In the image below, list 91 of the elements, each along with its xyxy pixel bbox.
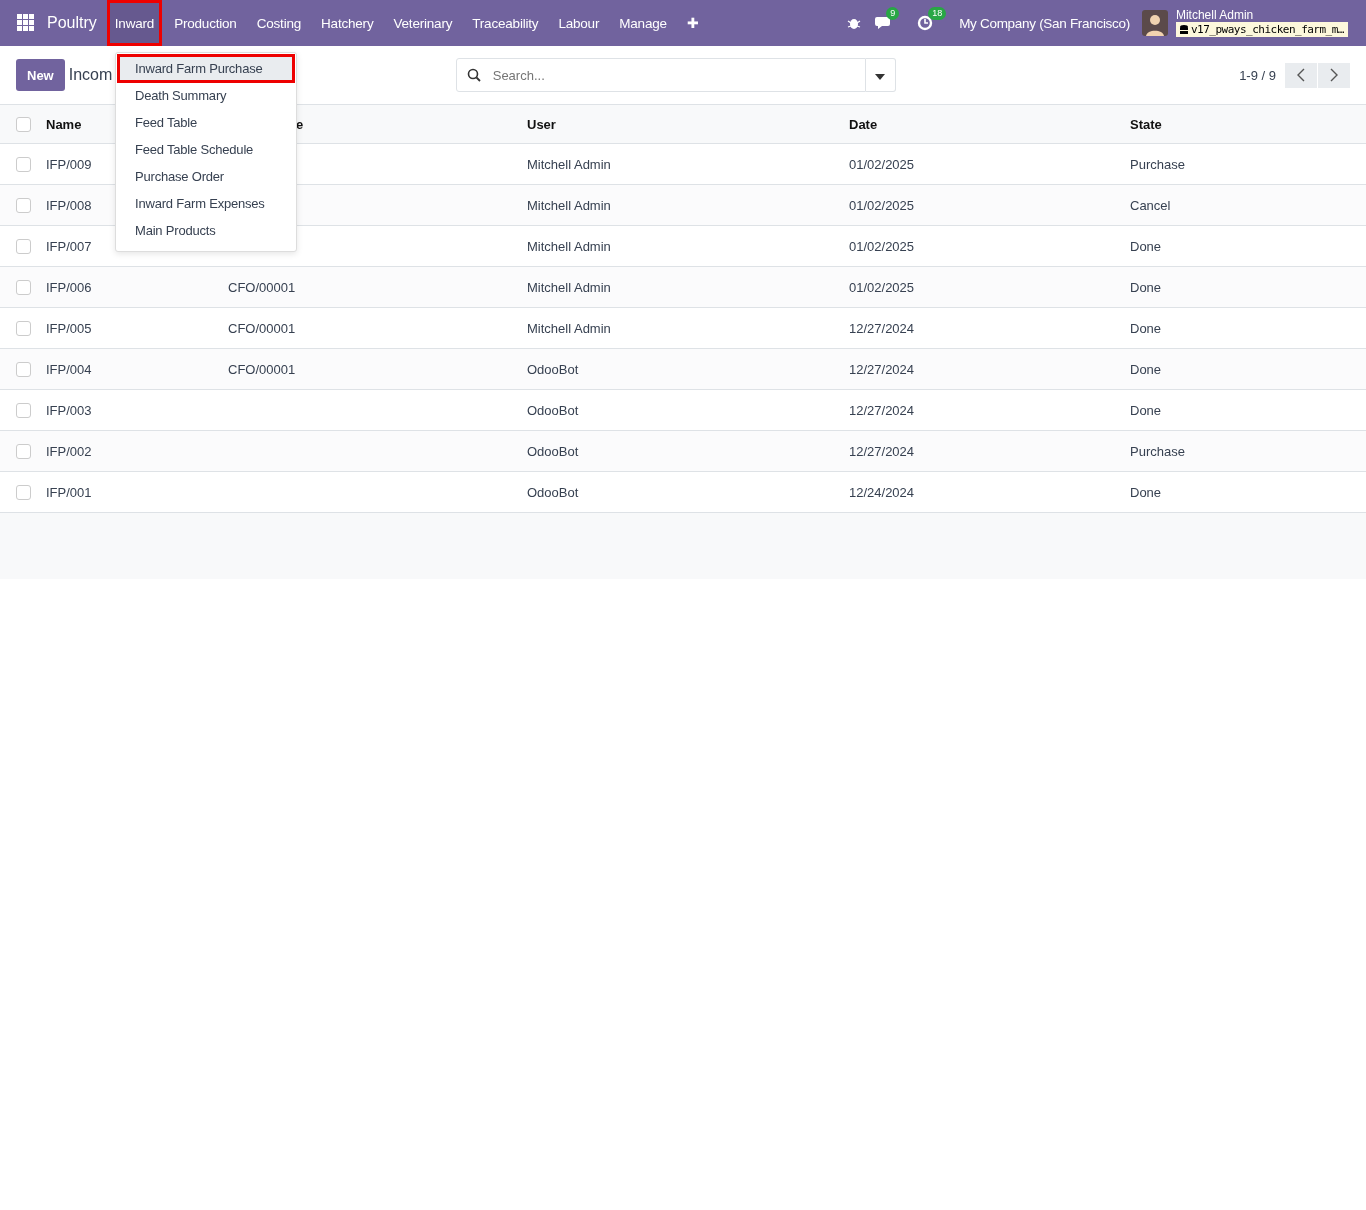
nav-menu-item[interactable]: Manage [611, 0, 675, 46]
nav-menu-item[interactable]: Hatchery [313, 0, 382, 46]
dropdown-menu-item[interactable]: Inward Farm Purchase [118, 55, 294, 82]
table-cell: Mitchell Admin [527, 279, 611, 295]
dropdown-menu-item[interactable]: Purchase Order [116, 163, 296, 190]
row-checkbox[interactable] [16, 279, 31, 295]
table-cell: 12/24/2024 [849, 484, 915, 500]
table-cell: Done [1130, 279, 1162, 295]
dropdown-menu-item[interactable]: Feed Table [116, 109, 296, 136]
column-header[interactable]: Date [849, 116, 878, 132]
table-cell: Mitchell Admin [527, 156, 611, 172]
table-cell: Cancel [1130, 197, 1171, 213]
dropdown-menu-item[interactable]: Main Products [116, 217, 296, 244]
table-cell: CFO/00001 [228, 279, 296, 295]
table-cell: Purchase [1130, 156, 1185, 172]
chevron-right-icon [1330, 68, 1338, 82]
previous-page-button[interactable] [1285, 62, 1317, 88]
table-cell: Mitchell Admin [527, 320, 611, 336]
add-menu-icon[interactable]: ✚ [686, 15, 699, 31]
table-cell: Done [1130, 320, 1162, 336]
table-cell: IFP/002 [46, 443, 92, 459]
table-cell: IFP/005 [46, 320, 92, 336]
search-icon [466, 68, 481, 82]
app-name[interactable]: Poultry [47, 14, 97, 32]
table-cell: Purchase [1130, 443, 1185, 459]
database-name: v17_pways_chicken_farm_m… [1175, 22, 1348, 37]
table-cell: IFP/009 [46, 156, 92, 172]
new-button[interactable]: New [16, 59, 65, 91]
row-checkbox[interactable] [16, 361, 31, 377]
chevron-left-icon [1297, 68, 1305, 82]
bug-icon[interactable] [847, 16, 862, 30]
table-cell: CFO/00001 [228, 320, 296, 336]
table-cell: 01/02/2025 [849, 279, 915, 295]
caret-icon [875, 73, 886, 80]
table-cell: IFP/008 [46, 197, 92, 213]
nav-menu-item[interactable]: Veterinary [385, 0, 461, 46]
table-cell: 12/27/2024 [849, 443, 915, 459]
table-cell: OdooBot [527, 484, 579, 500]
table-cell: 12/27/2024 [849, 402, 915, 418]
table-cell: CFO/00001 [228, 361, 296, 377]
table-cell: 01/02/2025 [849, 238, 915, 254]
dropdown-menu-item[interactable]: Feed Table Schedule [116, 136, 296, 163]
table-cell: IFP/001 [46, 484, 92, 500]
select-all-checkbox[interactable] [16, 116, 31, 132]
row-checkbox[interactable] [16, 238, 31, 254]
table-cell: IFP/003 [46, 402, 92, 418]
user-avatar-icon[interactable] [1141, 10, 1168, 36]
table-cell: 01/02/2025 [849, 197, 915, 213]
clock-icon[interactable] [917, 15, 934, 31]
row-checkbox[interactable] [16, 156, 31, 172]
table-cell: IFP/006 [46, 279, 92, 295]
column-header[interactable]: State [1130, 116, 1162, 132]
user-name[interactable]: Mitchell Admin [1175, 9, 1348, 22]
database-icon [1179, 24, 1188, 35]
table-cell: OdooBot [527, 443, 579, 459]
breadcrumb-title: Incom [68, 66, 113, 84]
table-cell: 12/27/2024 [849, 320, 915, 336]
table-cell: Done [1130, 402, 1162, 418]
table-cell: 01/02/2025 [849, 156, 915, 172]
activity-count-badge: 18 [928, 7, 947, 20]
table-cell: Done [1130, 361, 1162, 377]
column-header[interactable]: User [527, 116, 556, 132]
dropdown-menu-item[interactable]: Inward Farm Expenses [116, 190, 296, 217]
next-page-button[interactable] [1318, 62, 1350, 88]
nav-menu-item[interactable]: Costing [248, 0, 310, 46]
table-cell: Mitchell Admin [527, 197, 611, 213]
row-checkbox[interactable] [16, 443, 31, 459]
message-count-badge: 9 [886, 7, 900, 20]
table-cell: OdooBot [527, 402, 579, 418]
row-checkbox[interactable] [16, 197, 31, 213]
row-checkbox[interactable] [16, 320, 31, 336]
pager-value[interactable]: 1-9 / 9 [1239, 67, 1276, 83]
table-cell: 12/27/2024 [849, 361, 915, 377]
nav-menu-item[interactable]: Traceability [464, 0, 547, 46]
nav-menu-item[interactable]: Labour [550, 0, 608, 46]
nav-menu-item[interactable]: Inward [106, 0, 163, 46]
table-cell: OdooBot [527, 361, 579, 377]
column-header[interactable]: Name [46, 116, 82, 132]
table-cell: Done [1130, 484, 1162, 500]
table-cell: Mitchell Admin [527, 238, 611, 254]
row-checkbox[interactable] [16, 402, 31, 418]
table-cell: Done [1130, 238, 1162, 254]
search-field[interactable]: Search... [455, 58, 866, 92]
table-cell: IFP/007 [46, 238, 92, 254]
search-options-button[interactable] [865, 58, 896, 92]
nav-menu-item[interactable]: Production [166, 0, 245, 46]
apps-grid-icon[interactable] [17, 14, 35, 32]
row-checkbox[interactable] [16, 484, 31, 500]
dropdown-menu-item[interactable]: Death Summary [116, 82, 296, 109]
table-cell: IFP/004 [46, 361, 92, 377]
company-switcher[interactable]: My Company (San Francisco) [959, 15, 1130, 31]
